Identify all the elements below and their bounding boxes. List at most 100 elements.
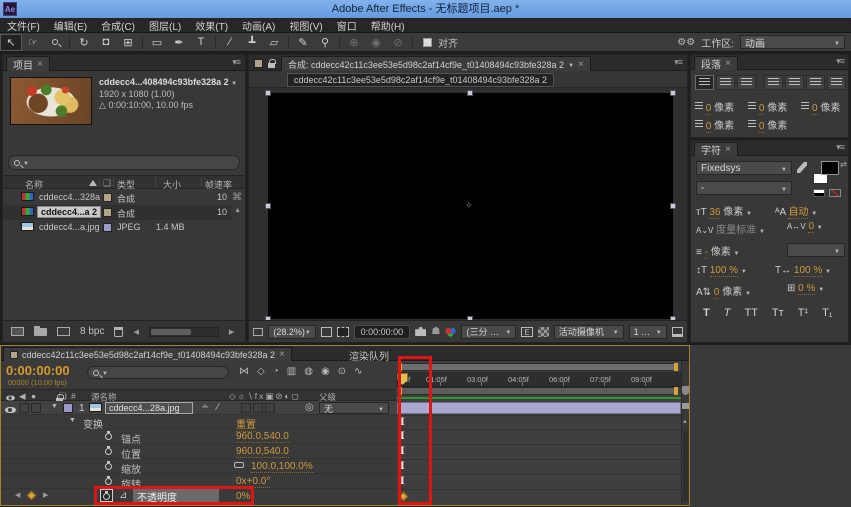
swap-colors-icon[interactable]: ⇄ xyxy=(840,160,847,169)
menu-view[interactable]: 视图(V) xyxy=(282,18,329,33)
justify-last-left-button[interactable] xyxy=(764,75,783,90)
lock-icon[interactable] xyxy=(268,63,275,68)
layer-duration-bar[interactable] xyxy=(397,402,681,414)
scroll-up-icon[interactable]: ▲ xyxy=(682,419,688,425)
chevron-down-icon[interactable] xyxy=(746,207,752,218)
eraser-tool-button[interactable]: ▱ xyxy=(263,34,285,51)
menu-window[interactable]: 窗口 xyxy=(330,18,364,33)
baseline-shift-value[interactable]: 0 xyxy=(714,287,720,299)
pan-behind-tool-button[interactable]: ⊞ xyxy=(117,34,139,51)
sync-settings-icon[interactable]: ⚙⚙ xyxy=(677,37,695,48)
close-icon[interactable] xyxy=(279,349,285,360)
label-color-swatch[interactable] xyxy=(103,193,112,202)
eyedropper-icon[interactable] xyxy=(797,162,807,173)
chevron-down-icon[interactable] xyxy=(231,77,237,87)
property-value[interactable]: 960.0,540.0 xyxy=(236,446,289,458)
black-white-swatch[interactable] xyxy=(813,189,825,197)
clone-stamp-tool-button[interactable]: ┻ xyxy=(241,34,263,51)
scroll-left-icon[interactable]: ◀ xyxy=(133,328,138,336)
menu-edit[interactable]: 编辑(E) xyxy=(47,18,94,33)
font-style-select[interactable]: - xyxy=(696,181,792,195)
chevron-down-icon[interactable] xyxy=(759,225,765,236)
no-color-swatch[interactable] xyxy=(829,189,841,197)
horizontal-scale-value[interactable]: 100 % xyxy=(794,265,822,277)
audio-toggle[interactable] xyxy=(19,403,29,413)
safe-margins-icon[interactable] xyxy=(321,327,332,337)
font-size-field[interactable]: ᴛT 36 像素 xyxy=(696,203,752,218)
work-area-end-handle[interactable] xyxy=(674,387,678,395)
stopwatch-icon[interactable] xyxy=(105,478,112,485)
chevron-down-icon[interactable] xyxy=(741,265,747,276)
layer-handle[interactable] xyxy=(670,90,676,96)
viewport[interactable]: ✧ xyxy=(249,88,687,321)
tab-character[interactable]: 字符 xyxy=(694,142,738,156)
stroke-width-field[interactable]: ≡ - 像素 xyxy=(696,243,739,258)
tracking-field[interactable]: A↔V 0 xyxy=(787,221,823,232)
transparency-grid-icon[interactable] xyxy=(538,327,549,337)
chevron-down-icon[interactable] xyxy=(818,283,824,294)
all-caps-button[interactable]: TT xyxy=(744,307,757,319)
tab-timeline-comp[interactable]: cddecc42c11c3ee53e5d98c2af14cf9e_t014084… xyxy=(3,347,292,361)
quality-toggle-icon[interactable]: ∕ xyxy=(217,402,219,413)
selection-tool-button[interactable]: ↖ xyxy=(0,34,22,51)
channels-icon[interactable] xyxy=(445,327,456,337)
horizontal-scrollbar[interactable] xyxy=(149,327,219,337)
next-keyframe-icon[interactable]: ▶ xyxy=(43,491,48,499)
tab-project[interactable]: 项目 xyxy=(6,56,50,71)
rotation-tool-button[interactable]: ↻ xyxy=(73,34,95,51)
baseline-shift-field[interactable]: A⇅ 0 像素 xyxy=(696,283,751,298)
layer-handle[interactable] xyxy=(467,90,473,96)
brainstorm-icon[interactable]: ◉ xyxy=(321,366,330,377)
breadcrumb[interactable]: cddecc42c11c3ee53e5d98c2af14cf9e_t014084… xyxy=(287,73,554,87)
indent-left-value[interactable]: 0 xyxy=(706,103,712,115)
time-ruler[interactable]: 0f 01:05f 03:00f 04:05f 06:00f 07:05f 09… xyxy=(396,372,681,387)
layer-handle[interactable] xyxy=(670,203,676,209)
video-column-icon[interactable] xyxy=(6,396,15,401)
sort-ascending-icon[interactable] xyxy=(89,180,97,186)
faux-bold-button[interactable]: T xyxy=(703,307,710,319)
navigator-end-handle[interactable] xyxy=(674,363,678,371)
close-icon[interactable] xyxy=(37,59,43,70)
table-row[interactable]: cddecc4...328a 合成 10 xyxy=(3,190,231,205)
view-layout-select[interactable]: 1 … xyxy=(629,325,667,339)
auto-keyframe-icon[interactable]: ⊙ xyxy=(338,366,346,377)
small-caps-button[interactable]: Tᴛ xyxy=(772,307,784,319)
property-row-anchor[interactable]: 锚点 960.0,540.0 xyxy=(1,429,396,444)
comp-mini-flowchart-icon[interactable]: ⋈ xyxy=(239,366,249,377)
property-row-position[interactable]: 位置 960.0,540.0 xyxy=(1,444,396,459)
layer-visibility-toggle[interactable] xyxy=(5,407,16,413)
panel-menu-icon[interactable] xyxy=(232,57,240,68)
tab-composition[interactable]: 合成: cddecc42c11c3ee53e5d98c2af14cf9e_t01… xyxy=(281,56,591,71)
comp-marker-bin[interactable] xyxy=(682,386,689,395)
faux-italic-button[interactable]: T xyxy=(724,307,731,319)
tsume-value[interactable]: 0 % xyxy=(798,283,815,295)
layer-handle[interactable] xyxy=(265,90,271,96)
superscript-button[interactable]: T¹ xyxy=(798,307,808,319)
color-depth-button[interactable]: 8 bpc xyxy=(80,326,104,337)
transform-group-row[interactable]: ▼ 变换 重置 xyxy=(1,415,396,429)
snapshot-icon[interactable] xyxy=(415,327,426,336)
tracking-value[interactable]: 0 xyxy=(808,221,814,233)
chevron-down-icon[interactable] xyxy=(817,221,823,232)
property-value[interactable]: 960.0,540.0 xyxy=(236,431,289,443)
justify-last-right-button[interactable] xyxy=(806,75,825,90)
indent-first-line-value[interactable]: 0 xyxy=(759,103,765,115)
menu-file[interactable]: 文件(F) xyxy=(0,18,47,33)
pixel-aspect-icon[interactable] xyxy=(672,327,683,337)
viewer-timecode[interactable]: 0:00:00:00 xyxy=(354,325,411,339)
camera-tool-button[interactable]: ◘ xyxy=(95,34,117,51)
chevron-down-icon[interactable] xyxy=(745,287,751,298)
exposure-icon[interactable]: E xyxy=(521,327,532,337)
stopwatch-icon[interactable] xyxy=(105,463,112,470)
layer-name[interactable]: cddecc4...28a.jpg xyxy=(105,402,193,414)
label-column-icon[interactable]: ❏ xyxy=(103,178,111,189)
space-after-value[interactable]: 0 xyxy=(759,121,765,133)
justify-last-center-button[interactable] xyxy=(785,75,804,90)
no-mask-button[interactable]: ⊘ xyxy=(387,34,409,51)
effect-toggle[interactable] xyxy=(241,403,251,413)
leading-field[interactable]: ᴬA 自动 xyxy=(775,203,817,218)
lock-toggle[interactable] xyxy=(31,403,41,413)
always-preview-icon[interactable] xyxy=(253,328,263,336)
kerning-field[interactable]: A⌄V 度量标准 xyxy=(696,221,765,236)
grid-guides-select[interactable]: (三分 … xyxy=(461,325,516,339)
